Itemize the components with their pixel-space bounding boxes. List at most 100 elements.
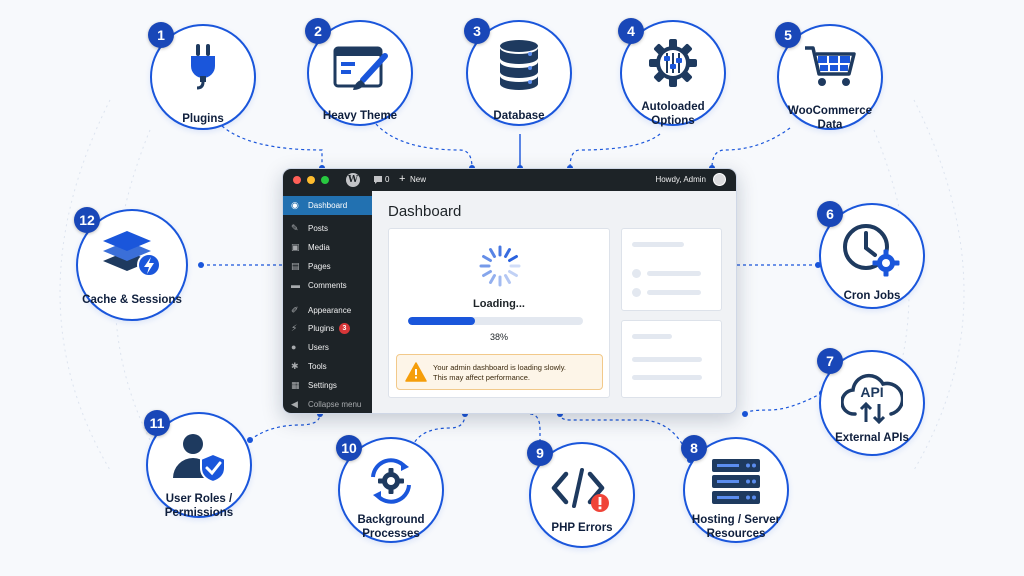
factor-label: External APIs [835,432,909,444]
comment-bubble-icon[interactable] [373,175,383,185]
comments-count[interactable]: 0 [385,175,389,184]
spinner-tick [508,255,518,262]
avatar[interactable] [713,173,726,186]
skeleton-line [632,357,702,362]
progress-bar-fill [408,317,475,325]
spinner-tick [508,270,518,277]
sidebar-item-label: Media [308,243,330,252]
svg-text:API: API [860,384,883,400]
gear-sliders-icon [649,39,697,87]
factor-number-badge: 2 [305,18,331,44]
loading-spinner-icon [479,245,521,287]
skeleton-line [632,242,684,247]
sidebar-item-label: Users [308,343,329,352]
factor-label: Autoloaded Options [641,101,705,127]
settings-icon: ▦ [291,380,300,390]
placeholder-panel-top [621,228,722,311]
new-button[interactable]: New [410,175,426,184]
factor-number-badge: 8 [681,435,707,461]
user-icon: ● [291,342,297,352]
factor-user-roles: 11 User Roles / Permissions [144,410,252,519]
factor-number-badge: 12 [74,207,100,233]
admin-sidebar: ◉ Dashboard ✎ Posts ▣ Media ▤ Pages ▬ Co… [283,191,372,413]
window-close-dot[interactable] [293,176,301,184]
page-title: Dashboard [388,203,462,220]
window-maximize-dot[interactable] [321,176,329,184]
sidebar-item-label: Plugins [308,324,335,333]
spinner-tick [482,270,492,277]
warning-icon [405,362,427,382]
comment-icon: ▬ [291,280,300,290]
sidebar-item-label: Dashboard [308,201,348,210]
theme-brush-icon [333,46,388,90]
factor-number-badge: 9 [527,440,553,466]
factor-external-apis: 7 API External APIs [817,348,925,456]
collapse-icon: ◀ [291,399,298,409]
slow-loading-warning: Your admin dashboard is loading slowly. … [396,354,603,390]
sidebar-item-label: Tools [308,362,327,371]
wrench-icon: ✱ [291,361,299,371]
sidebar-item-label: Collapse menu [308,400,362,409]
warning-line: Your admin dashboard is loading slowly. [433,363,566,372]
placeholder-panel-bottom [621,320,722,398]
dashboard-icon: ◉ [291,200,299,210]
spinner-tick [489,248,496,258]
api-cloud-icon: API [841,373,903,424]
database-icon [500,40,538,90]
sidebar-item-label: Pages [308,262,331,271]
brush-icon: ✐ [291,305,299,315]
howdy-admin[interactable]: Howdy, Admin [655,175,706,184]
server-icon [712,459,760,504]
shopping-cart-icon [805,46,856,86]
sidebar-item-media[interactable]: ▣ Media [283,238,372,257]
pages-icon: ▤ [291,261,300,271]
sidebar-collapse-menu[interactable]: ◀ Collapse menu [283,395,372,413]
factor-autoloaded-options: 4 Autoloaded Options [618,18,726,127]
sidebar-item-label: Appearance [308,306,352,315]
sidebar-item-comments[interactable]: ▬ Comments [283,276,372,295]
factor-heavy-theme: 2 Heavy Theme [305,18,413,126]
sidebar-item-label: Settings [308,381,337,390]
factor-label: Cache & Sessions [82,294,182,306]
skeleton-line [632,375,702,380]
spinner-tick [504,248,511,258]
factor-cache-sessions: 12 Cache & Sessions [74,207,188,321]
spinner-tick [504,274,511,284]
sidebar-item-appearance[interactable]: ✐ Appearance [283,301,372,320]
factor-number-badge: 3 [464,18,490,44]
sidebar-item-users[interactable]: ● Users [283,338,372,357]
factor-number-badge: 10 [336,435,362,461]
sidebar-item-tools[interactable]: ✱ Tools [283,357,372,376]
factor-label: Database [493,110,545,122]
progress-percent: 38% [489,332,508,342]
dashboard-content: Dashboard Loading... 38% Your admin dash… [372,191,736,413]
warning-line: This may affect performance. [433,373,530,382]
plugins-update-count: 3 [339,323,350,334]
wordpress-logo-icon[interactable]: W [346,173,360,187]
skeleton-line [632,334,672,339]
factor-label: User Roles / Permissions [164,493,234,519]
factor-php-errors: 9 PHP Errors [527,440,635,548]
factor-label: PHP Errors [551,522,613,534]
plugin-icon: ⚡ [291,323,298,333]
factor-woocommerce-data: 5 WooCommerce Data [775,22,883,131]
factor-database: 3 Database [464,18,572,126]
factor-number-badge: 4 [618,18,644,44]
sidebar-item-settings[interactable]: ▦ Settings [283,376,372,395]
sidebar-item-label: Comments [308,281,347,290]
skeleton-line [647,290,701,295]
sidebar-item-pages[interactable]: ▤ Pages [283,257,372,276]
loading-panel: Loading... 38% Your admin dashboard is l… [388,228,610,398]
factor-label: Cron Jobs [843,290,901,302]
sidebar-item-plugins[interactable]: ⚡ Plugins 3 [283,319,372,338]
sync-gear-icon [371,458,411,504]
loading-text: Loading... [473,298,525,310]
admin-bar: W 0 + New Howdy, Admin [283,169,736,191]
plus-icon: + [399,173,406,185]
warning-text: Your admin dashboard is loading slowly. … [433,363,566,383]
sidebar-item-dashboard[interactable]: ◉ Dashboard [283,196,372,215]
plug-icon [191,44,215,90]
factor-label: Heavy Theme [322,110,398,122]
sidebar-item-posts[interactable]: ✎ Posts [283,219,372,238]
window-minimize-dot[interactable] [307,176,315,184]
